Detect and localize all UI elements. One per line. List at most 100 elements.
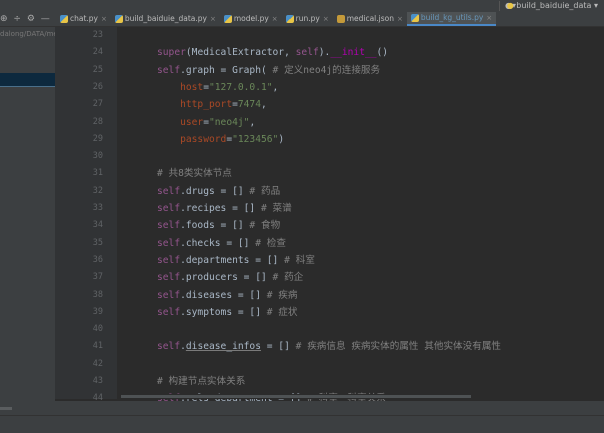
- line-number: 35: [92, 237, 103, 248]
- code-token: disease_infos: [185, 341, 261, 353]
- python-file-icon: [285, 15, 294, 23]
- editor-tab-bar: ⊕ ÷ ⚙ — chat.py × build_baiduie_data.py × mo…: [0, 12, 604, 27]
- code-line[interactable]: user="neo4j",: [157, 114, 255, 131]
- tab-chat-py[interactable]: chat.py ×: [56, 12, 111, 26]
- tab-run-py[interactable]: run.py ×: [282, 12, 333, 26]
- code-token: self: [157, 185, 181, 197]
- collapse-icon[interactable]: ÷: [13, 14, 21, 24]
- code-line[interactable]: self.symptoms = [] # 症状: [157, 304, 298, 321]
- code-line[interactable]: self.drugs = [] # 药品: [157, 183, 280, 200]
- code-token: self: [157, 237, 181, 249]
- code-token: self: [157, 220, 181, 232]
- line-number-gutter: 23 24 25 26 27 28 29 30 31 32 33 34 35 36 37 38 39 40 41 42…: [55, 27, 117, 403]
- tab-build-kg-utils-py[interactable]: build_kg_utils.py ×: [406, 11, 497, 26]
- code-token: # 共8类实体节点: [157, 168, 232, 180]
- code-token: ): [278, 133, 285, 145]
- status-divider: [0, 415, 604, 416]
- python-file-icon: [223, 15, 232, 23]
- code-line[interactable]: self.departments = [] # 科室: [157, 252, 315, 269]
- line-number: 34: [92, 220, 103, 231]
- line-number: 28: [92, 116, 103, 127]
- run-configuration-selector[interactable]: ● build_baiduie_data ▾: [495, 0, 598, 12]
- line-number: 29: [92, 133, 103, 144]
- tab-label: build_kg_utils.py: [420, 13, 484, 22]
- code-token: __init__: [330, 47, 377, 59]
- code-token: # 定义neo4j的连接服务: [272, 64, 381, 76]
- code-token: host: [180, 81, 204, 93]
- code-line[interactable]: self.disease_infos = [] # 疾病信息 疾病实体的属性 其…: [157, 338, 501, 355]
- line-number: 25: [92, 64, 103, 75]
- code-line[interactable]: self.graph = Graph( # 定义neo4j的连接服务: [157, 62, 380, 79]
- code-token: # 食物: [249, 220, 281, 232]
- code-token: # 药企: [272, 272, 304, 284]
- line-number: 37: [92, 272, 103, 283]
- code-line[interactable]: # 构建节点实体关系: [157, 373, 245, 390]
- code-token: self: [157, 64, 181, 76]
- code-token: password: [180, 133, 227, 145]
- code-line[interactable]: self.diseases = [] # 疾病: [157, 287, 298, 304]
- project-path[interactable]: dalong/DATA/me: [0, 30, 55, 38]
- close-icon[interactable]: ×: [272, 12, 278, 26]
- selected-tree-item[interactable]: [0, 73, 55, 86]
- gear-icon[interactable]: ⚙: [27, 14, 35, 24]
- line-number: 40: [92, 324, 103, 335]
- top-toolbar: ● ▾ ● build_baiduie_data ▾: [0, 0, 604, 12]
- chevron-down-icon: ▾: [593, 1, 598, 10]
- scrollbar-thumb[interactable]: [121, 395, 471, 398]
- close-icon[interactable]: ×: [210, 12, 216, 26]
- python-config-icon: ●: [506, 1, 514, 10]
- code-token: # 疾病信息 疾病实体的属性 其他实体没有属性: [295, 341, 502, 353]
- project-panel: dalong/DATA/me: [0, 27, 55, 401]
- code-line[interactable]: http_port=7474,: [157, 96, 267, 113]
- code-token: self: [157, 289, 181, 301]
- code-line[interactable]: host="127.0.0.1",: [157, 79, 278, 96]
- code-line[interactable]: self.foods = [] # 食物: [157, 217, 280, 234]
- code-line[interactable]: self.recipes = [] # 菜谱: [157, 200, 292, 217]
- code-token: (): [376, 47, 389, 59]
- code-token: # 构建节点实体关系: [157, 376, 246, 387]
- close-icon[interactable]: ×: [486, 11, 492, 25]
- code-token: # 科室: [284, 254, 315, 266]
- code-token: "123456": [232, 133, 279, 145]
- code-line[interactable]: super(MedicalExtractor, self).__init__(): [157, 44, 388, 61]
- horizontal-scrollbar[interactable]: [117, 394, 604, 399]
- code-token: user: [180, 116, 204, 128]
- code-token: http_port: [180, 99, 233, 111]
- code-token: .checks = []: [180, 237, 256, 249]
- python-file-icon: [60, 15, 68, 23]
- code-line[interactable]: password="123456"): [157, 131, 284, 148]
- code-token: .producers = []: [180, 272, 273, 284]
- line-number: 42: [92, 358, 103, 369]
- python-file-icon: [114, 15, 123, 23]
- code-token: "127.0.0.1": [209, 81, 273, 93]
- tab-label: medical.json: [346, 14, 394, 23]
- code-token: # 检查: [255, 237, 286, 249]
- code-token: .symptoms = []: [180, 306, 267, 318]
- code-line[interactable]: self.checks = [] # 检查: [157, 235, 286, 252]
- code-token: ,: [260, 99, 267, 111]
- line-number: 26: [92, 81, 103, 92]
- python-file-icon: [410, 14, 419, 22]
- target-icon[interactable]: ⊕: [0, 14, 8, 24]
- json-file-icon: [336, 15, 345, 23]
- tab-model-py[interactable]: model.py ×: [220, 12, 282, 26]
- close-icon[interactable]: ×: [101, 12, 107, 26]
- code-line[interactable]: # 共8类实体节点: [157, 165, 232, 182]
- code-token: self: [157, 203, 181, 214]
- code-line[interactable]: self.producers = [] # 药企: [157, 269, 303, 286]
- close-icon[interactable]: ×: [397, 12, 403, 26]
- toolbar-divider: [499, 0, 501, 11]
- panel-scroll-indicator[interactable]: [0, 407, 12, 410]
- bottom-tool-area: [0, 401, 604, 433]
- code-token: # 症状: [266, 306, 298, 318]
- line-number: 39: [92, 306, 103, 317]
- tabs-list: chat.py × build_baiduie_data.py × model.py × r…: [56, 11, 497, 26]
- tab-medical-json[interactable]: medical.json ×: [333, 12, 407, 26]
- minimize-icon[interactable]: —: [41, 14, 50, 24]
- code-token: self: [157, 341, 181, 353]
- tab-build-baiduie-data-py[interactable]: build_baiduie_data.py ×: [111, 12, 220, 26]
- code-editor[interactable]: super(MedicalExtractor, self).__init__()…: [117, 27, 604, 404]
- line-number: 30: [92, 151, 103, 162]
- code-token: "neo4j": [209, 116, 250, 128]
- close-icon[interactable]: ×: [323, 12, 329, 26]
